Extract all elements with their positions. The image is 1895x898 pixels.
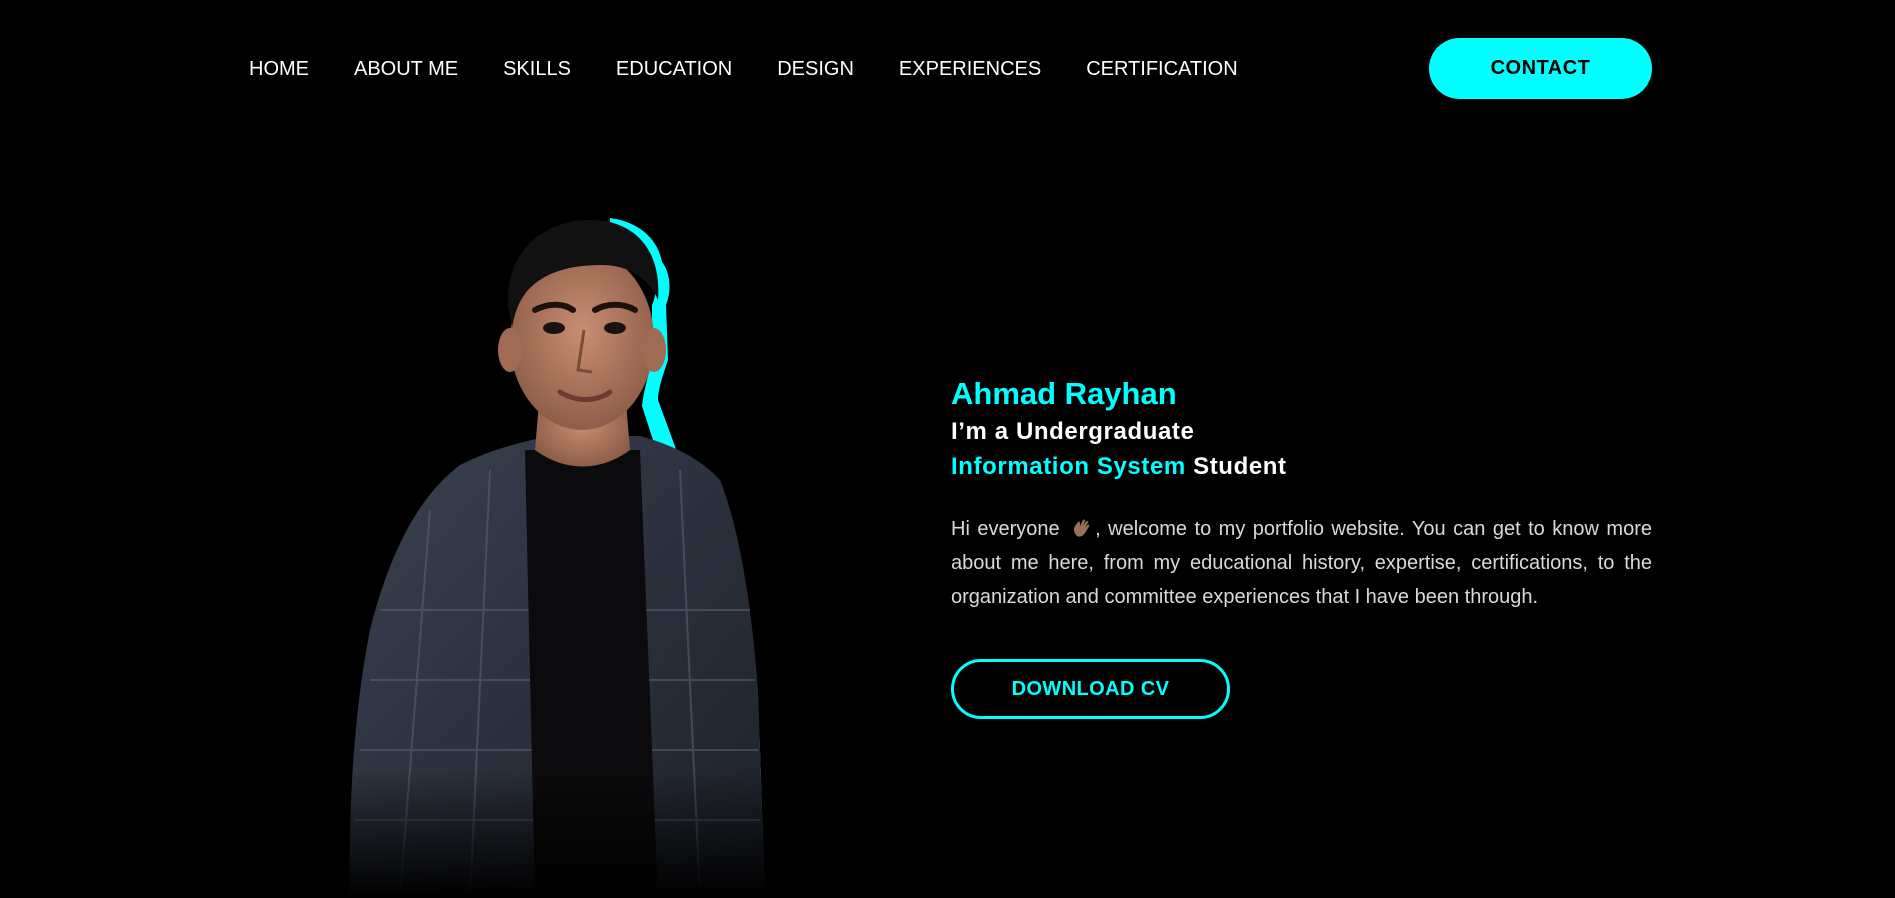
- hero-section: Ahmad Rayhan I’m a Undergraduate Informa…: [951, 374, 1652, 719]
- nav-item-home[interactable]: HOME: [249, 55, 309, 83]
- nav-item-skills[interactable]: SKILLS: [503, 55, 571, 83]
- nav-item-experiences[interactable]: EXPERIENCES: [899, 55, 1041, 83]
- portfolio-page: HOME ABOUT ME SKILLS EDUCATION DESIGN EX…: [0, 0, 1895, 898]
- hero-major: Information System: [951, 453, 1186, 480]
- hero-subtitle-line2: Information System Student: [951, 449, 1652, 484]
- hero-description: Hi everyone , welcome to my portfolio we…: [951, 512, 1652, 614]
- nav-item-design[interactable]: DESIGN: [777, 55, 854, 83]
- waving-hand-icon: [1074, 519, 1090, 537]
- nav-item-about-me[interactable]: ABOUT ME: [354, 55, 458, 83]
- hero-name: Ahmad Rayhan: [951, 376, 1177, 411]
- download-cv-button[interactable]: DOWNLOAD CV: [951, 659, 1230, 719]
- hero-subtitle-line1: I’m a Undergraduate: [951, 418, 1195, 445]
- nav-item-education[interactable]: EDUCATION: [616, 55, 732, 83]
- contact-button[interactable]: CONTACT: [1429, 38, 1652, 99]
- nav-item-certification[interactable]: CERTIFICATION: [1086, 55, 1237, 83]
- main-nav: HOME ABOUT ME SKILLS EDUCATION DESIGN EX…: [249, 55, 1283, 83]
- hero-desc-start: Hi everyone: [951, 518, 1068, 540]
- profile-portrait: [340, 218, 860, 898]
- hero-role: Student: [1185, 453, 1287, 480]
